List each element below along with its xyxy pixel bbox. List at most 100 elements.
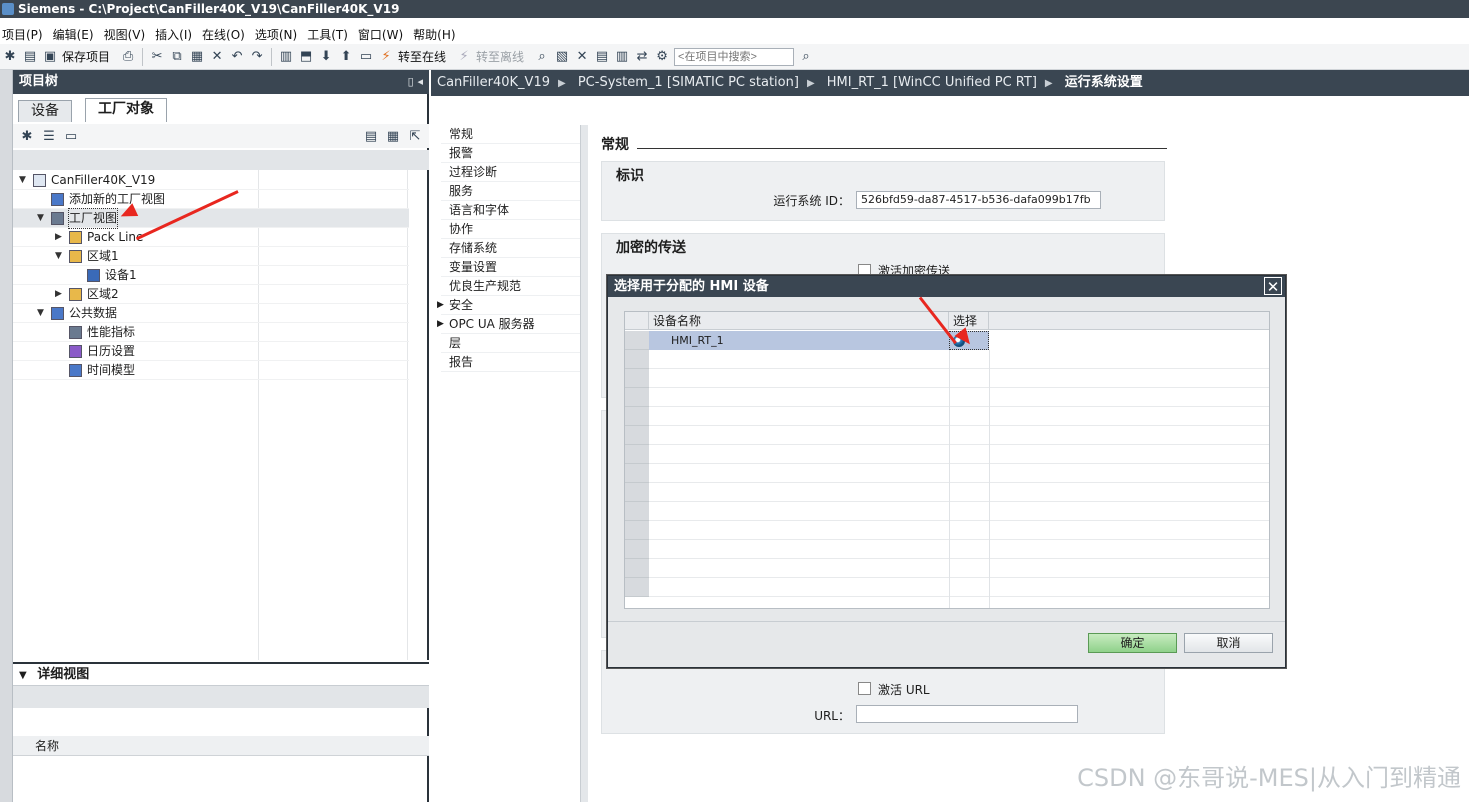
table-row[interactable]: HMI_RT_1 <box>649 331 949 350</box>
menu-help[interactable]: 帮助(H) <box>411 26 463 43</box>
nav-item[interactable]: 语言和字体 <box>441 201 581 220</box>
tab-devices[interactable]: 设备 <box>18 100 72 122</box>
nav-item[interactable]: 报告 <box>441 353 581 372</box>
tree-item[interactable]: ▼ 工厂视图 <box>13 208 409 229</box>
chevron-right-icon[interactable]: ▶ <box>437 296 444 315</box>
redo-icon[interactable]: ↷ <box>249 49 265 65</box>
tab-plant-objects[interactable]: 工厂对象 <box>85 98 167 122</box>
tree-item[interactable]: ▼ 区域1 <box>13 247 409 266</box>
ok-button[interactable]: 确定 <box>1088 633 1177 653</box>
menu-project[interactable]: 项目(P) <box>0 26 51 43</box>
cross-reference-icon[interactable]: ▧ <box>554 49 570 65</box>
menu-edit[interactable]: 编辑(E) <box>51 26 102 43</box>
tree-item[interactable]: 添加新的工厂视图 <box>13 190 409 209</box>
tree-item[interactable]: 日历设置 <box>13 342 409 361</box>
undo-icon[interactable]: ↶ <box>229 49 245 65</box>
breadcrumb-hmi[interactable]: HMI_RT_1 [WinCC Unified PC RT] <box>827 75 1037 90</box>
chevron-down-icon[interactable]: ▼ <box>19 171 26 190</box>
row-header[interactable] <box>625 521 649 540</box>
activate-url-checkbox[interactable] <box>858 682 871 695</box>
row-header[interactable] <box>625 407 649 426</box>
menu-tools[interactable]: 工具(T) <box>305 26 356 43</box>
panel-pin-icon[interactable]: ▯ ◂ <box>408 70 423 94</box>
chevron-down-icon[interactable]: ▼ <box>55 247 62 266</box>
cancel-button[interactable]: 取消 <box>1184 633 1273 653</box>
nav-item[interactable]: 常规 <box>441 125 581 144</box>
save-project-button[interactable]: 保存项目 <box>62 48 110 65</box>
go-offline-button[interactable]: 转至离线 <box>476 48 524 65</box>
left-collapsed-strip[interactable] <box>0 70 13 802</box>
go-online-button[interactable]: 转至在线 <box>398 48 446 65</box>
chevron-down-icon[interactable]: ▼ <box>19 670 27 681</box>
row-header[interactable] <box>625 483 649 502</box>
row-header[interactable] <box>625 388 649 407</box>
nav-item[interactable]: ▶ 安全 <box>437 296 581 315</box>
cut-icon[interactable]: ✂ <box>149 49 165 65</box>
column-select[interactable]: 选择 <box>949 312 989 330</box>
row-header[interactable] <box>625 502 649 521</box>
go-online-icon[interactable]: ⚡ <box>378 49 394 65</box>
menu-online[interactable]: 在线(O) <box>200 26 253 43</box>
open-project-icon[interactable]: ▤ <box>22 49 38 65</box>
folder-icon[interactable]: ▭ <box>63 128 79 144</box>
menu-options[interactable]: 选项(N) <box>253 26 305 43</box>
chevron-right-icon[interactable]: ▶ <box>437 315 444 334</box>
list-view-icon[interactable]: ☰ <box>41 128 57 144</box>
simulate-icon[interactable]: ▭ <box>358 49 374 65</box>
detail-column-name[interactable]: 名称 <box>13 736 429 756</box>
download-icon[interactable]: ⬇ <box>318 49 334 65</box>
tools-icon[interactable]: ⚙ <box>654 49 670 65</box>
compare-icon[interactable]: ⇄ <box>634 49 650 65</box>
chevron-down-icon[interactable]: ▼ <box>37 209 44 228</box>
delete-icon[interactable]: ✕ <box>209 49 225 65</box>
table-view-icon[interactable]: ▦ <box>385 128 401 144</box>
menu-insert[interactable]: 插入(I) <box>153 26 200 43</box>
go-offline-icon[interactable]: ⚡ <box>456 49 472 65</box>
runtime-id-field[interactable]: 526bfd59-da87-4517-b536-dafa099b17fb <box>856 191 1101 209</box>
menu-window[interactable]: 窗口(W) <box>356 26 411 43</box>
row-header[interactable] <box>625 369 649 388</box>
row-header[interactable] <box>625 350 649 369</box>
tree-item[interactable]: ▶ 区域2 <box>13 285 409 304</box>
menu-view[interactable]: 视图(V) <box>102 26 154 43</box>
overview-icon[interactable]: ▤ <box>363 128 379 144</box>
row-header[interactable] <box>625 540 649 559</box>
nav-item[interactable]: ▶ OPC UA 服务器 <box>437 315 581 334</box>
row-header[interactable] <box>625 559 649 578</box>
accessible-devices-icon[interactable]: ⌕ <box>534 49 550 65</box>
nav-item[interactable]: 过程诊断 <box>441 163 581 182</box>
row-header[interactable] <box>625 578 649 597</box>
split-icon[interactable]: ▥ <box>278 49 294 65</box>
row-header[interactable] <box>625 445 649 464</box>
detail-view-header[interactable]: ▼ 详细视图 <box>13 664 429 686</box>
compile-icon[interactable]: ⬒ <box>298 49 314 65</box>
nav-item[interactable]: 优良生产规范 <box>441 277 581 296</box>
new-project-icon[interactable]: ✱ <box>2 49 18 65</box>
chevron-right-icon[interactable]: ▶ <box>55 285 62 304</box>
upload-icon[interactable]: ⬆ <box>338 49 354 65</box>
tree-item[interactable]: ▼ CanFiller40K_V19 <box>13 171 409 190</box>
split-vertical-icon[interactable]: ▥ <box>614 49 630 65</box>
save-icon[interactable]: ▣ <box>42 49 58 65</box>
add-object-icon[interactable]: ✱ <box>19 128 35 144</box>
project-search-input[interactable] <box>674 47 795 66</box>
export-icon[interactable]: ⇱ <box>407 128 423 144</box>
row-header[interactable] <box>625 426 649 445</box>
close-editor-icon[interactable]: ✕ <box>574 49 590 65</box>
row-header[interactable] <box>625 464 649 483</box>
breadcrumb-pc-system[interactable]: PC-System_1 [SIMATIC PC station] <box>578 75 799 90</box>
column-device-name[interactable]: 设备名称 <box>649 312 949 330</box>
nav-item[interactable]: 存储系统 <box>441 239 581 258</box>
nav-item[interactable]: 层 <box>441 334 581 353</box>
chevron-down-icon[interactable]: ▼ <box>37 304 44 323</box>
split-horizontal-icon[interactable]: ▤ <box>594 49 610 65</box>
nav-splitter[interactable] <box>580 125 588 802</box>
paste-icon[interactable]: ▦ <box>189 49 205 65</box>
close-icon[interactable]: ✕ <box>1264 277 1282 296</box>
tree-item[interactable]: ▼ 公共数据 <box>13 304 409 323</box>
nav-item[interactable]: 变量设置 <box>441 258 581 277</box>
tree-item[interactable]: ▶ Pack Line <box>13 228 409 247</box>
search-icon[interactable]: ⌕ <box>798 49 814 65</box>
nav-item[interactable]: 服务 <box>441 182 581 201</box>
nav-item[interactable]: 协作 <box>441 220 581 239</box>
